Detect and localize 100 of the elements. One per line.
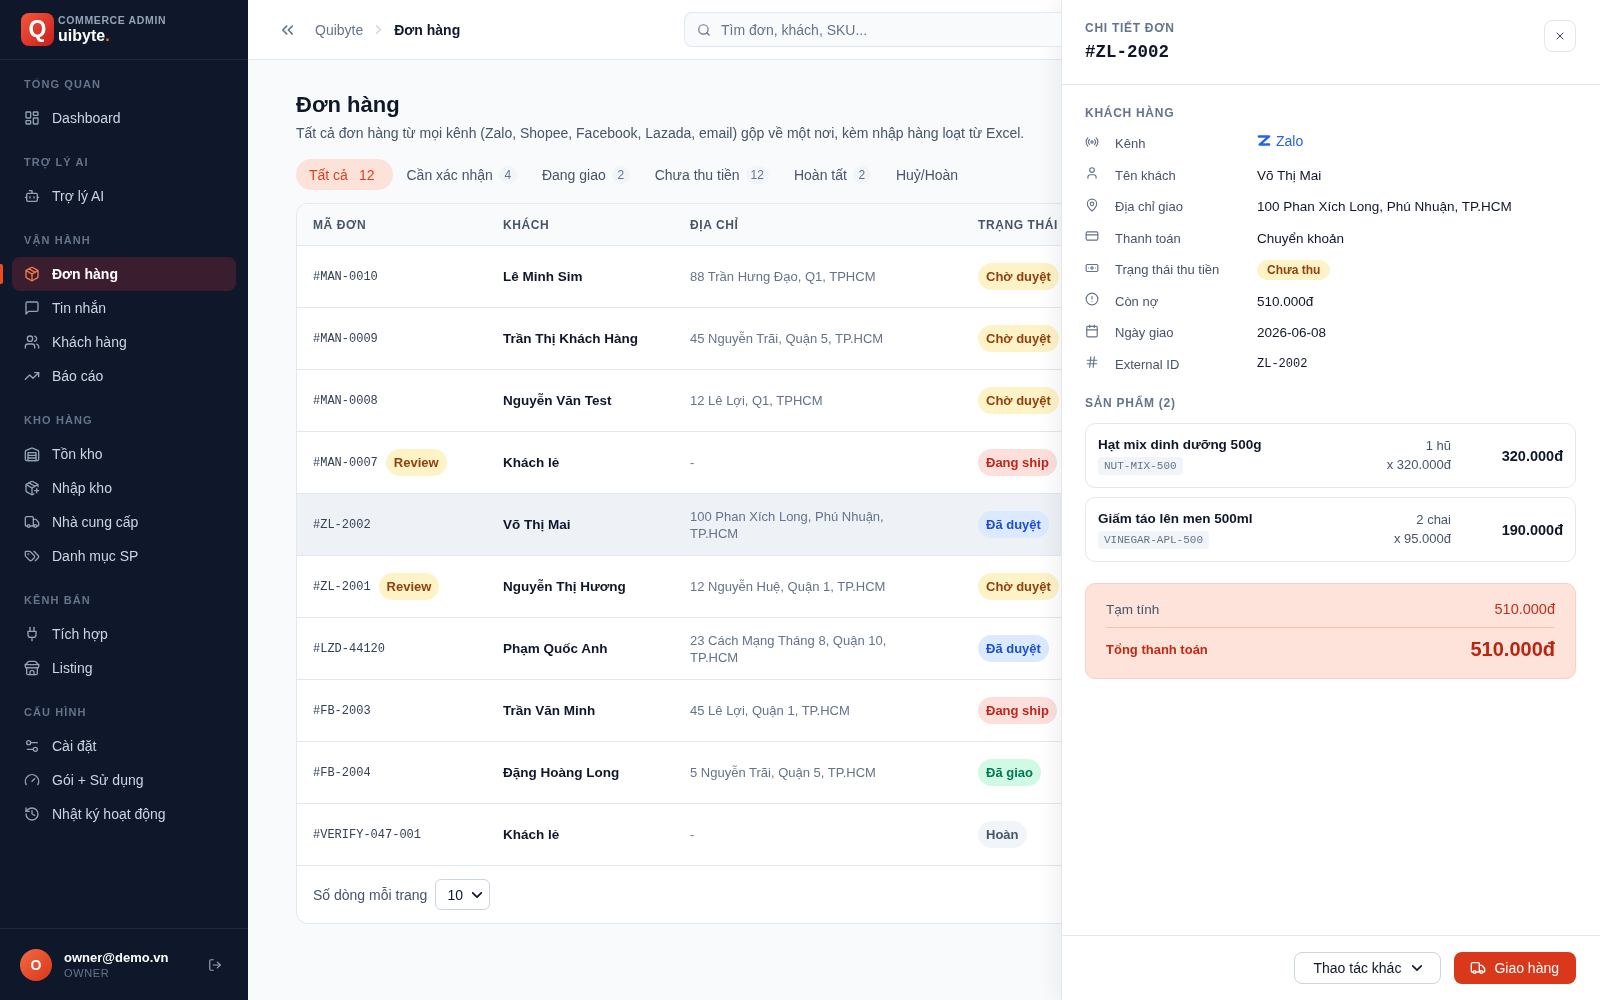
signal-icon <box>1085 134 1099 149</box>
customer-name: Võ Thị Mai <box>503 517 571 532</box>
field-value: 2026-06-08 <box>1257 325 1327 341</box>
customer-name: Đặng Hoàng Long <box>503 765 620 780</box>
line-total: 190.000đ <box>1500 521 1563 538</box>
subtotal-value: 510.000đ <box>1494 601 1555 617</box>
rows-per-page-label: Số dòng mỗi trang <box>313 886 428 903</box>
status-tag: Chờ duyệt <box>978 263 1059 290</box>
nav-item[interactable]: Dashboard <box>12 101 236 135</box>
page-size-select[interactable]: 10 <box>435 879 491 910</box>
nav-item[interactable]: Gói + Sử dụng <box>12 763 236 797</box>
field-label: Địa chỉ giao <box>1115 199 1184 215</box>
chevron-icon <box>376 25 382 34</box>
product-name: Hạt mix dinh dưỡng 500g <box>1098 436 1262 454</box>
field-label: Kênh <box>1115 136 1147 152</box>
review-tag: Review <box>378 573 440 600</box>
customer-name: Khách lẻ <box>503 827 560 842</box>
address-text: - <box>690 454 695 471</box>
double-chevron-icon[interactable] <box>282 24 293 35</box>
warehouse-icon <box>24 446 40 462</box>
nav-item[interactable]: Danh mục SP <box>12 539 236 573</box>
brand-caption: COMMERCE ADMIN <box>58 13 167 26</box>
nav-item[interactable]: Trợ lý AI <box>12 179 236 213</box>
product-quantity: 2 chai <box>1416 511 1451 529</box>
status-tag: Chờ duyệt <box>978 573 1059 600</box>
breadcrumb-link[interactable]: Quibyte <box>315 21 364 38</box>
field-label: Còn nợ <box>1115 293 1160 309</box>
nav-section-title: KÊNH BÁN <box>24 593 92 608</box>
address-text: 5 Nguyễn Trãi, Quận 5, TP.HCM <box>690 764 876 781</box>
filter-tab[interactable]: Huỷ/Hoàn <box>883 159 971 190</box>
customer-name: Nguyễn Văn Test <box>503 393 612 408</box>
caret-icon <box>472 891 483 898</box>
total-label: Tổng thanh toán <box>1106 641 1208 657</box>
nav-item[interactable]: Tin nhắn <box>12 291 236 325</box>
page-subtitle: Tất cả đơn hàng từ mọi kênh (Zalo, Shopee, Facebook, Lazada, email) gộp về một nơi, kèm nhập hàng loạt từ Excel. <box>296 124 1026 143</box>
table-row[interactable]: #ZL-2002 Võ Thị Mai 100 Phan Xích Long, Phú Nhuận, TP.HCM Đã duyệt <box>297 494 1061 556</box>
order-id: #VERIFY-047-001 <box>313 827 422 842</box>
status-tag: Chờ duyệt <box>978 325 1059 352</box>
customer-name: Nguyễn Thị Hương <box>503 579 626 594</box>
address-text: - <box>690 826 695 843</box>
field-value: Chuyển khoản <box>1257 230 1345 246</box>
nav-item[interactable]: Nhà cung cấp <box>12 505 236 539</box>
user-email: owner@demo.vn <box>64 948 169 966</box>
brand-logo: Q <box>21 13 54 46</box>
status-tag: Chờ duyệt <box>978 387 1059 414</box>
nav-item[interactable]: Báo cáo <box>12 359 236 393</box>
order-id: #MAN-0009 <box>313 331 378 346</box>
chevron-down-icon <box>1412 965 1423 971</box>
nav-item[interactable]: Nhật ký hoạt động <box>12 797 236 831</box>
nav-item[interactable]: Tích hợp <box>12 617 236 651</box>
field-label: Trạng thái thu tiền <box>1115 262 1221 278</box>
column-header: KHÁCH <box>502 217 551 232</box>
user-icon <box>1085 166 1099 181</box>
nav-item[interactable]: Khách hàng <box>12 325 236 359</box>
close-icon <box>1554 30 1566 42</box>
credit-card-icon <box>1085 229 1099 244</box>
z-logo-icon <box>1257 135 1271 147</box>
column-header: TRẠNG THÁI <box>977 217 1059 232</box>
customer-name: Trần Thị Khách Hàng <box>503 331 638 346</box>
order-id: #MAN-0008 <box>313 393 378 408</box>
channel-link[interactable]: Zalo <box>1257 132 1304 149</box>
nav-item[interactable]: Nhập kho <box>12 471 236 505</box>
nav-item[interactable]: Cài đặt <box>12 729 236 763</box>
package-icon <box>24 266 40 282</box>
sku-tag: NUT-MIX-500 <box>1098 457 1183 475</box>
filter-tab[interactable]: Chưa thu tiền 12 <box>642 159 781 190</box>
field-value: ZL-2002 <box>1257 357 1308 372</box>
order-id: #FB-2003 <box>313 703 371 718</box>
nav-item[interactable]: Listing <box>12 651 236 685</box>
customer-name: Phạm Quốc Anh <box>503 641 608 656</box>
dashboard-icon <box>24 110 40 126</box>
unit-price: x 95.000đ <box>1393 529 1451 548</box>
status-tag: Đã duyệt <box>978 511 1049 538</box>
order-id: #ZL-2001 <box>313 579 371 594</box>
breadcrumb-current: Đơn hàng <box>394 21 461 38</box>
nav-section-title: TỔNG QUAN <box>24 77 103 92</box>
filter-tab[interactable]: Tất cả 12 <box>296 159 394 190</box>
ship-button[interactable]: Giao hàng <box>1454 952 1576 984</box>
nav-item[interactable]: Tồn kho <box>12 437 236 471</box>
nav-section-title: VẬN HÀNH <box>24 233 92 248</box>
logout-icon[interactable] <box>208 957 222 972</box>
address-text: 12 Nguyễn Huệ, Quận 1, TP.HCM <box>690 578 886 595</box>
plug-icon <box>24 626 40 642</box>
address-text: 88 Trần Hưng Đạo, Q1, TPHCM <box>690 268 876 285</box>
filter-tab[interactable]: Hoàn tất 2 <box>781 159 883 190</box>
alert-circle-icon <box>1085 292 1099 307</box>
customer-name: Lê Minh Sim <box>503 269 583 284</box>
filter-tab[interactable]: Đang giao 2 <box>529 159 642 190</box>
package-plus-icon <box>24 480 40 496</box>
customer-name: Trần Văn Minh <box>503 703 596 718</box>
more-actions-button[interactable]: Thao tác khác <box>1294 952 1442 984</box>
search-field[interactable]: Tìm đơn, khách, SKU... <box>684 12 1061 47</box>
tab-count: 2 <box>852 165 871 184</box>
order-id: #MAN-0010 <box>313 269 378 284</box>
map-pin-icon <box>1085 197 1099 212</box>
tab-count: 12 <box>357 165 376 184</box>
product-quantity: 1 hũ <box>1425 437 1451 455</box>
nav-section-title: TRỢ LÝ AI <box>24 155 90 170</box>
filter-tab[interactable]: Cần xác nhận 4 <box>394 159 529 190</box>
payment-status-tag: Chưa thu <box>1257 259 1331 280</box>
